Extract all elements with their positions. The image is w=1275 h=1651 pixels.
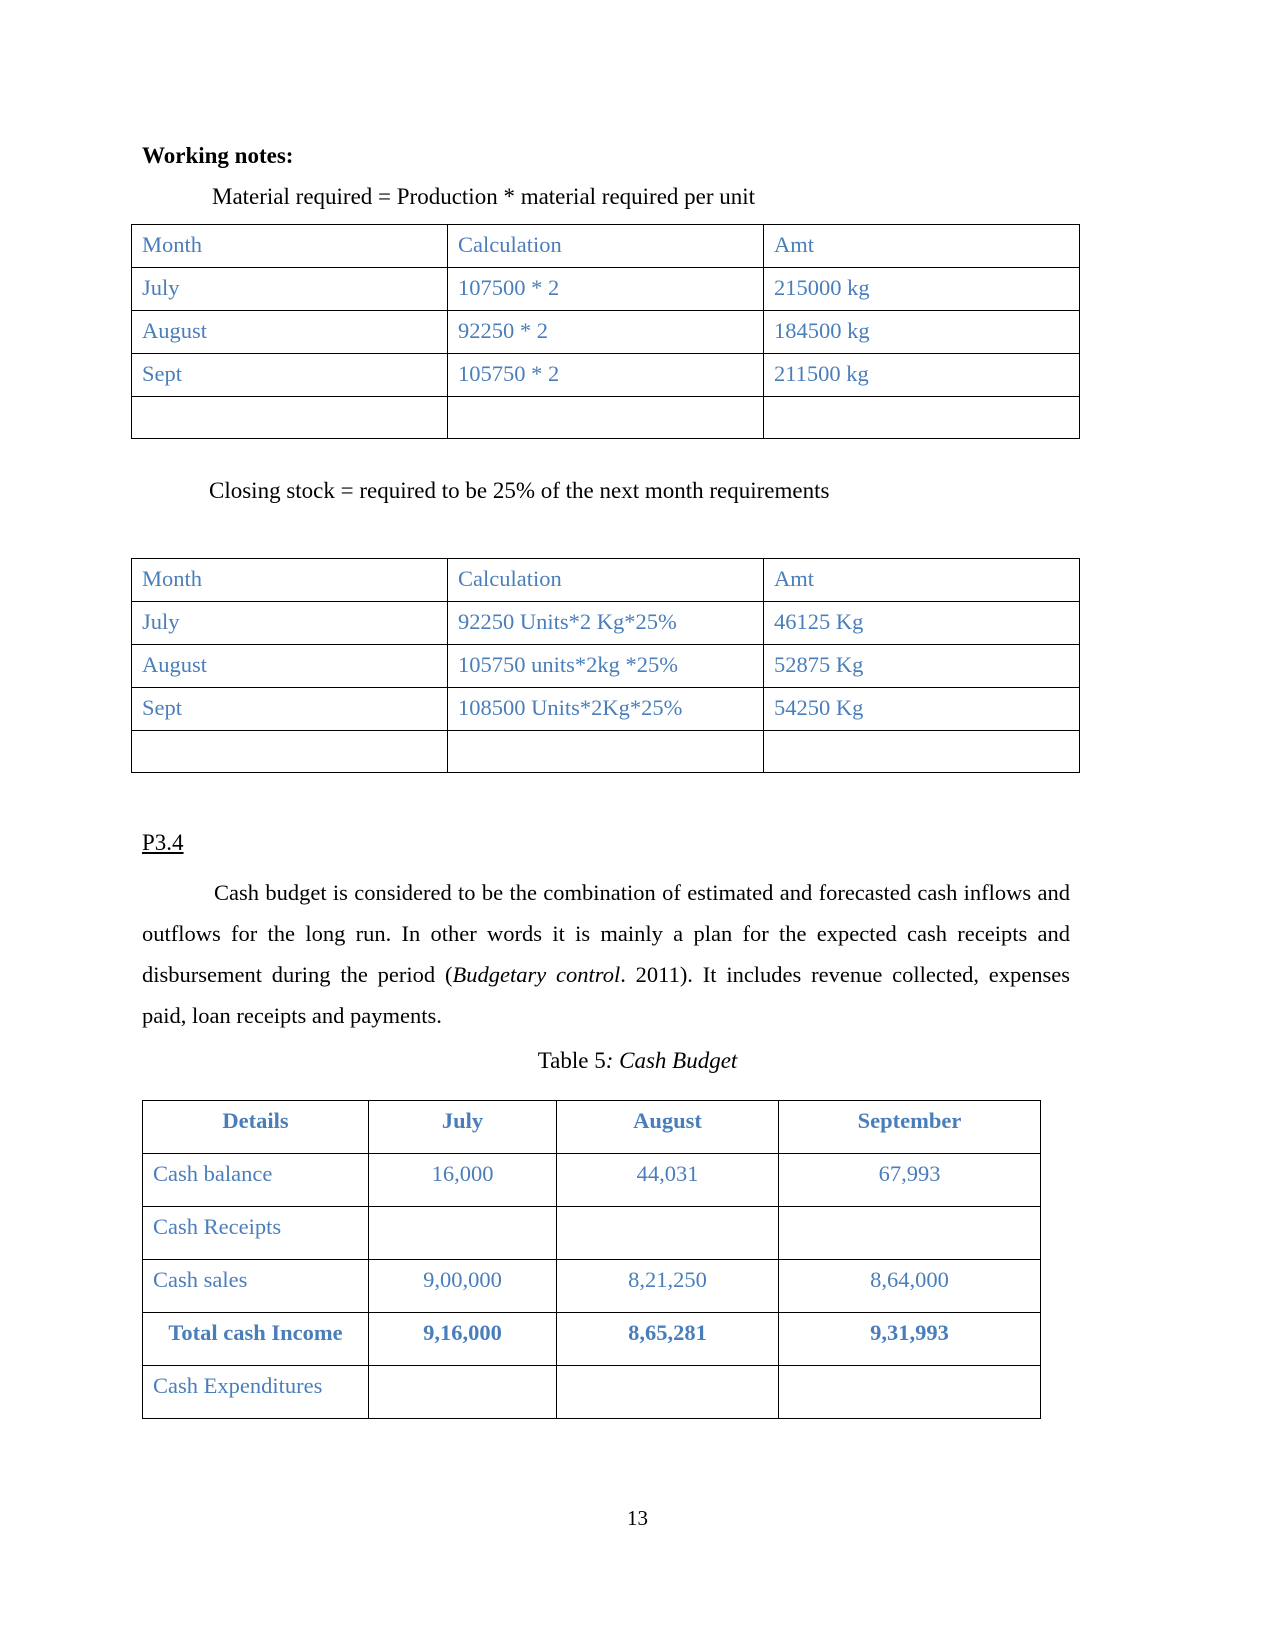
table-header-row: Month Calculation Amt (131, 558, 1080, 602)
table-row-total-cash-income: Total cash Income 9,16,000 8,65,281 9,31… (142, 1312, 1041, 1366)
table-row-empty (131, 730, 1080, 773)
table-cell: 107500 * 2 (447, 267, 764, 311)
table-row-cash-receipts: Cash Receipts (142, 1206, 1041, 1260)
table-cell: 105750 units*2kg *25% (447, 644, 764, 688)
row-value-august (556, 1365, 779, 1419)
table-header-cell-september: September (778, 1100, 1041, 1154)
table-cell: 92250 * 2 (447, 310, 764, 354)
table-row: August 92250 * 2 184500 kg (131, 310, 1080, 354)
table-row: Sept 105750 * 2 211500 kg (131, 353, 1080, 397)
table-row-cash-balance: Cash balance 16,000 44,031 67,993 (142, 1153, 1041, 1207)
table-header-row: Month Calculation Amt (131, 224, 1080, 268)
table-cell: August (131, 644, 448, 688)
row-value-september: 8,64,000 (778, 1259, 1041, 1313)
table-cell: 211500 kg (763, 353, 1080, 397)
table-cell (131, 730, 448, 773)
closing-stock-table: Month Calculation Amt July 92250 Units*2… (131, 558, 1080, 773)
row-value-august: 44,031 (556, 1153, 779, 1207)
table-row-empty (131, 396, 1080, 439)
row-value-july: 16,000 (368, 1153, 557, 1207)
paragraph-citation-title: Budgetary control (452, 962, 621, 987)
table-cell: 184500 kg (763, 310, 1080, 354)
table-cell: 215000 kg (763, 267, 1080, 311)
material-required-table: Month Calculation Amt July 107500 * 2 21… (131, 224, 1080, 439)
material-required-formula: Material required = Production * materia… (212, 184, 756, 209)
row-value-september: 67,993 (778, 1153, 1041, 1207)
row-label: Total cash Income (142, 1312, 369, 1366)
table-row: July 92250 Units*2 Kg*25% 46125 Kg (131, 601, 1080, 645)
table-cell: 46125 Kg (763, 601, 1080, 645)
closing-stock-formula: Closing stock = required to be 25% of th… (209, 478, 830, 503)
table-row: August 105750 units*2kg *25% 52875 Kg (131, 644, 1080, 688)
table-cell (447, 730, 764, 773)
document-page: Working notes: Material required = Produ… (0, 0, 1275, 1651)
row-label: Cash sales (142, 1259, 369, 1313)
table-header-cell: Amt (763, 558, 1080, 602)
table-header-cell-july: July (368, 1100, 557, 1154)
table-header-cell-august: August (556, 1100, 779, 1154)
row-value-september (778, 1206, 1041, 1260)
row-label: Cash Receipts (142, 1206, 369, 1260)
table-row: July 107500 * 2 215000 kg (131, 267, 1080, 311)
table-row-cash-sales: Cash sales 9,00,000 8,21,250 8,64,000 (142, 1259, 1041, 1313)
cash-budget-caption: Table 5: Cash Budget (0, 1048, 1275, 1074)
table-cell: Sept (131, 687, 448, 731)
row-value-july (368, 1365, 557, 1419)
row-label: Cash balance (142, 1153, 369, 1207)
table-cell: 54250 Kg (763, 687, 1080, 731)
row-value-july: 9,00,000 (368, 1259, 557, 1313)
row-value-september (778, 1365, 1041, 1419)
table-header-cell: Calculation (447, 558, 764, 602)
caption-title: : Cash Budget (605, 1048, 738, 1073)
table-cell: 108500 Units*2Kg*25% (447, 687, 764, 731)
section-label-p34: P3.4 (142, 830, 184, 855)
row-value-august: 8,21,250 (556, 1259, 779, 1313)
table-header-cell: Amt (763, 224, 1080, 268)
row-value-august: 8,65,281 (556, 1312, 779, 1366)
section-paragraph: Cash budget is considered to be the comb… (142, 872, 1070, 1036)
table-cell: 105750 * 2 (447, 353, 764, 397)
table-cell (763, 730, 1080, 773)
row-value-july: 9,16,000 (368, 1312, 557, 1366)
table-cell: Sept (131, 353, 448, 397)
table-row: Sept 108500 Units*2Kg*25% 54250 Kg (131, 687, 1080, 731)
table-row-cash-expenditures: Cash Expenditures (142, 1365, 1041, 1419)
cash-budget-table: Details July August September Cash balan… (142, 1100, 1041, 1419)
table-cell (447, 396, 764, 439)
table-header-cell: Month (131, 224, 448, 268)
row-label: Cash Expenditures (142, 1365, 369, 1419)
table-header-row: Details July August September (142, 1100, 1041, 1154)
table-cell (763, 396, 1080, 439)
table-cell: 52875 Kg (763, 644, 1080, 688)
table-header-cell-details: Details (142, 1100, 369, 1154)
row-value-july (368, 1206, 557, 1260)
table-cell: July (131, 601, 448, 645)
row-value-august (556, 1206, 779, 1260)
table-cell: 92250 Units*2 Kg*25% (447, 601, 764, 645)
table-header-cell: Calculation (447, 224, 764, 268)
working-notes-heading: Working notes: (142, 143, 294, 168)
page-number: 13 (627, 1506, 648, 1530)
table-cell: August (131, 310, 448, 354)
table-cell (131, 396, 448, 439)
table-cell: July (131, 267, 448, 311)
table-header-cell: Month (131, 558, 448, 602)
row-value-september: 9,31,993 (778, 1312, 1041, 1366)
caption-prefix: Table 5 (537, 1048, 606, 1073)
